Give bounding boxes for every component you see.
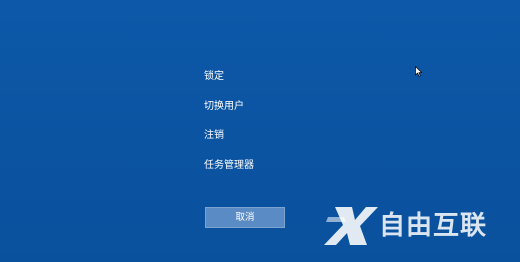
- task-manager-option[interactable]: 任务管理器: [204, 159, 254, 189]
- switch-user-option[interactable]: 切换用户: [204, 100, 254, 130]
- sign-out-option[interactable]: 注销: [204, 129, 254, 159]
- cancel-button[interactable]: 取消: [205, 207, 285, 228]
- mouse-pointer-icon: [415, 66, 423, 77]
- security-options-screen: 锁定 切换用户 注销 任务管理器 取消 自由互联: [0, 0, 520, 262]
- watermark-text: 自由互联: [379, 211, 488, 241]
- watermark: 自由互联: [322, 203, 512, 249]
- security-options-list: 锁定 切换用户 注销 任务管理器: [204, 70, 254, 188]
- x-logo-icon: [324, 207, 378, 245]
- lock-option[interactable]: 锁定: [204, 70, 254, 100]
